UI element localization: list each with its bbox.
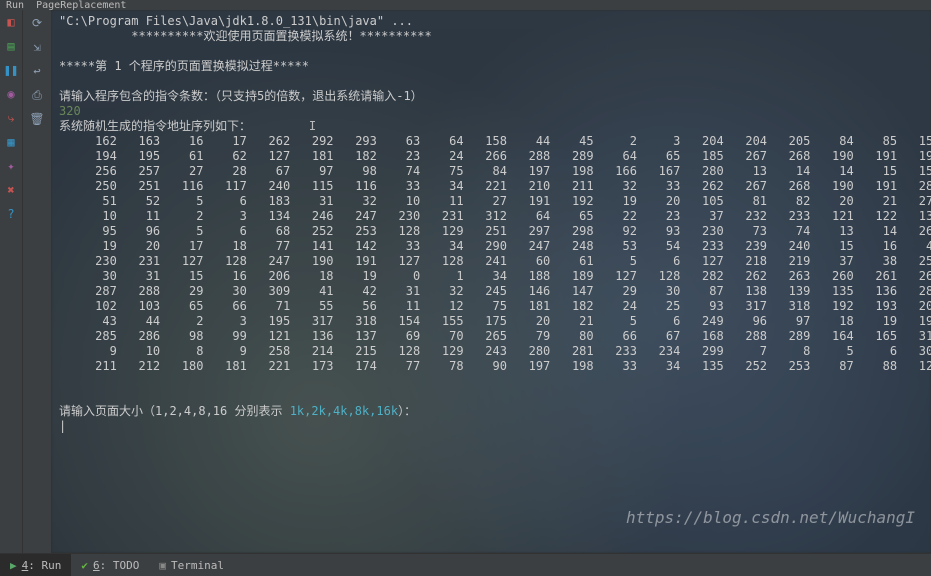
structure-icon[interactable]: ▤ (3, 38, 19, 54)
camera-icon[interactable]: ◉ (3, 86, 19, 102)
todo-tab-label: TODO (113, 559, 140, 572)
tab-run[interactable]: ▶ 4: Run (0, 554, 71, 576)
run-tool-strip: ⟳ ⇲ ↩ ⎙ 🗑 (22, 10, 51, 553)
run-accel: 4 (22, 559, 29, 572)
print-icon[interactable]: ⎙ (27, 86, 47, 104)
console-panel[interactable]: "C:\Program Files\Java\jdk1.8.0_131\bin\… (51, 10, 931, 553)
pause-icon[interactable]: ❚❚ (3, 62, 19, 78)
top-bar: Run PageReplacement (0, 0, 931, 10)
help-icon[interactable]: ? (3, 206, 19, 222)
run-config-name: PageReplacement (36, 0, 126, 11)
todo-accel: 6 (93, 559, 100, 572)
bottom-tool-bar: ▶ 4: Run ✔ 6: TODO ▣ Terminal (0, 553, 931, 576)
run-label: Run (6, 0, 24, 11)
play-icon: ▶ (10, 559, 17, 572)
left-tool-strip: ◧ ▤ ❚❚ ◉ ⤷ ▦ ✦ ✖? (0, 10, 22, 553)
run-tab-label: Run (42, 559, 62, 572)
todo-icon: ✔ (81, 559, 88, 572)
console-output[interactable]: "C:\Program Files\Java\jdk1.8.0_131\bin\… (51, 10, 931, 438)
close-icon[interactable]: ✖ (3, 182, 19, 198)
exit-icon[interactable]: ⤷ (3, 110, 19, 126)
debug-icon[interactable]: ✦ (3, 158, 19, 174)
tab-terminal[interactable]: ▣ Terminal (149, 554, 234, 576)
trash-icon[interactable]: 🗑 (27, 110, 47, 128)
project-icon[interactable]: ◧ (3, 14, 19, 30)
terminal-tab-label: Terminal (171, 559, 224, 572)
tab-todo[interactable]: ✔ 6: TODO (71, 554, 149, 576)
rerun-icon[interactable]: ⟳ (27, 14, 47, 32)
terminal-icon: ▣ (159, 559, 166, 572)
scroll-to-end-icon[interactable]: ⇲ (27, 38, 47, 56)
database-icon[interactable]: ▦ (3, 134, 19, 150)
soft-wrap-icon[interactable]: ↩ (27, 62, 47, 80)
watermark-text: https://blog.csdn.net/WuchangI (626, 508, 915, 527)
